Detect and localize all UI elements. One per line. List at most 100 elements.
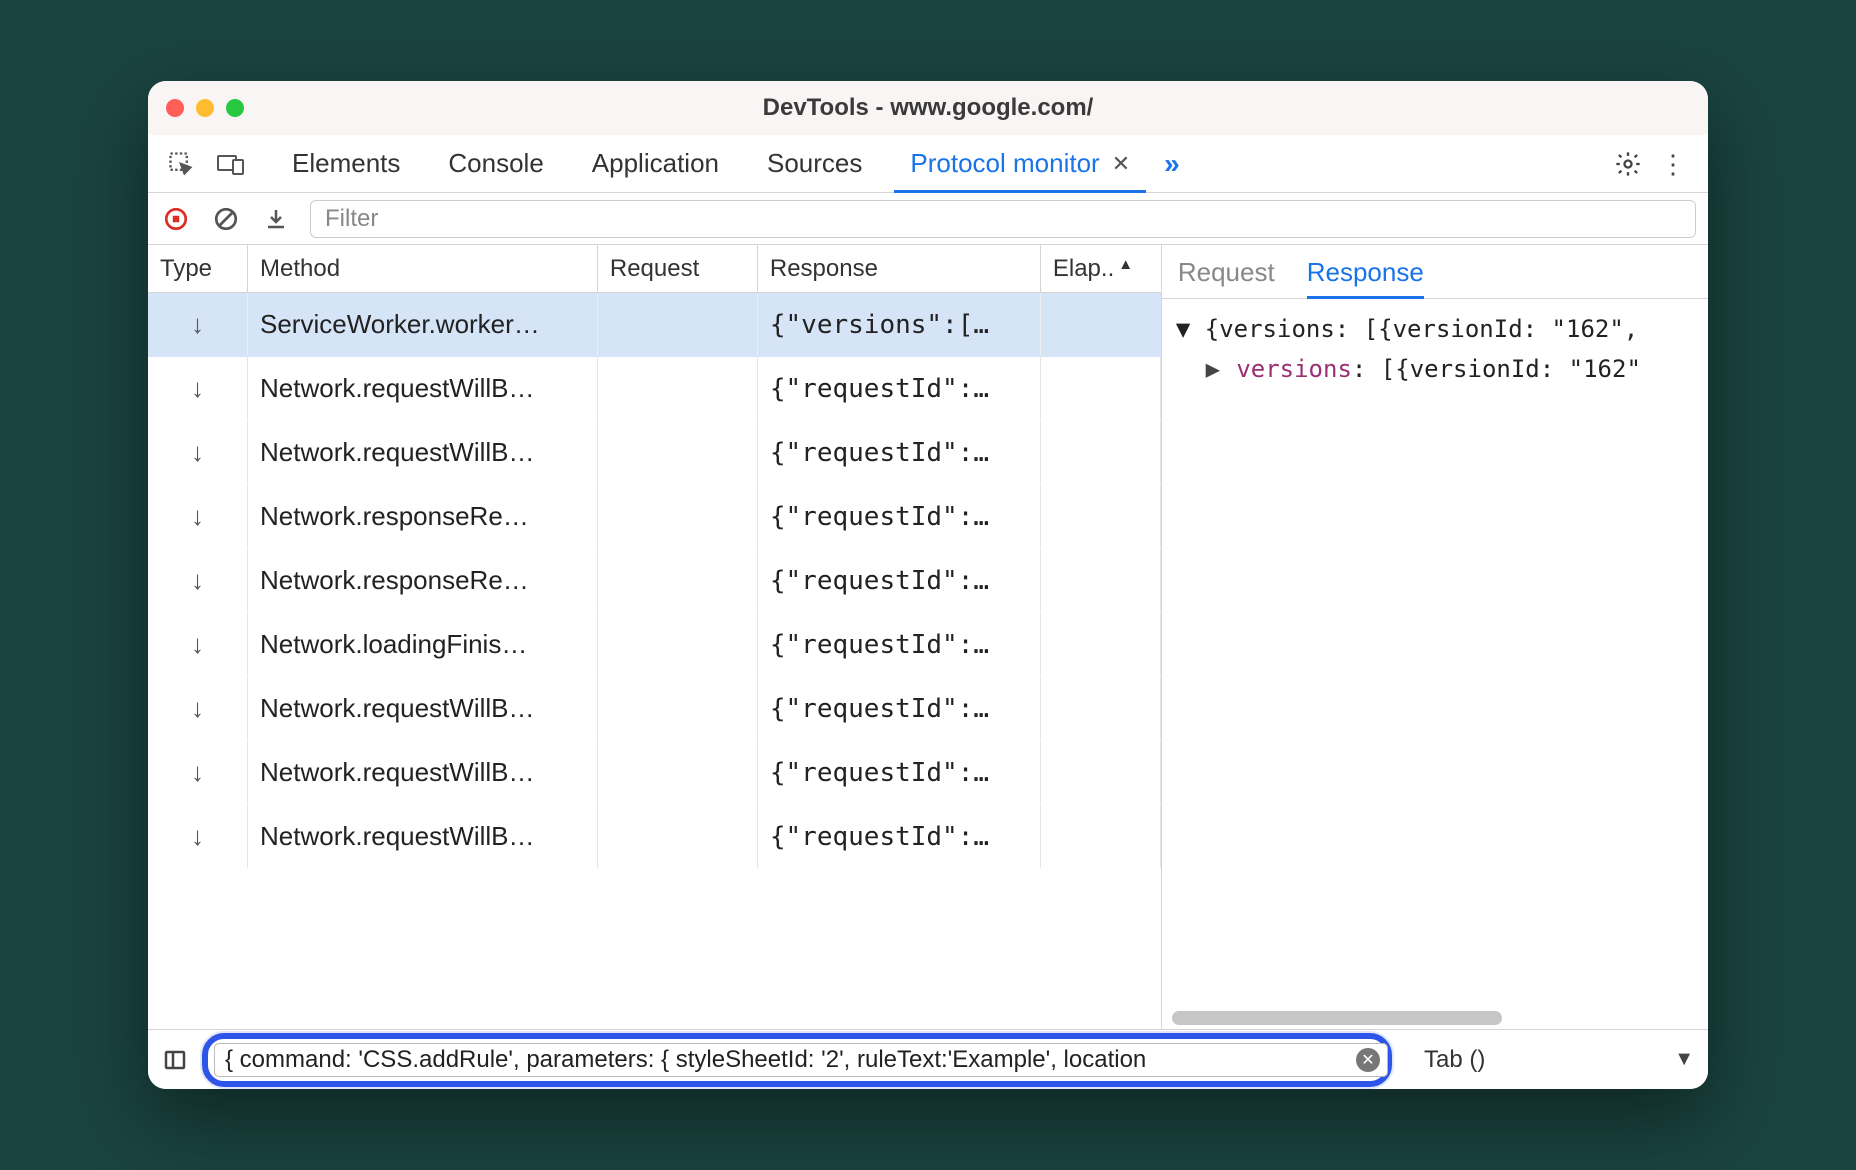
detail-tabs: Request Response bbox=[1162, 245, 1708, 299]
method-cell: Network.requestWillB… bbox=[248, 741, 598, 804]
response-cell: {"requestId":… bbox=[758, 357, 1041, 420]
download-button[interactable] bbox=[260, 203, 292, 235]
hscroll-thumb[interactable] bbox=[1172, 1011, 1502, 1025]
method-cell: ServiceWorker.worker… bbox=[248, 293, 598, 356]
tab-console[interactable]: Console bbox=[424, 135, 567, 192]
col-header-request[interactable]: Request bbox=[598, 245, 758, 292]
command-input-highlight: ✕ bbox=[202, 1033, 1392, 1087]
type-cell: ↓ bbox=[148, 741, 248, 804]
table-row[interactable]: ↓Network.responseRe… {"requestId":… bbox=[148, 549, 1161, 613]
type-cell: ↓ bbox=[148, 805, 248, 868]
response-cell: {"requestId":… bbox=[758, 613, 1041, 676]
tab-application[interactable]: Application bbox=[568, 135, 743, 192]
request-cell bbox=[598, 805, 758, 868]
table-row[interactable]: ↓Network.requestWillB… {"requestId":… bbox=[148, 677, 1161, 741]
response-cell: {"requestId":… bbox=[758, 549, 1041, 612]
elapsed-cell bbox=[1041, 805, 1161, 868]
more-tabs-icon[interactable]: » bbox=[1154, 135, 1190, 192]
elapsed-cell bbox=[1041, 677, 1161, 740]
tab-application-label: Application bbox=[592, 148, 719, 179]
type-cell: ↓ bbox=[148, 677, 248, 740]
table-row[interactable]: ↓Network.requestWillB…{"requestId":… bbox=[148, 805, 1161, 869]
table-row[interactable]: ↓Network.responseRe…{"requestId":… bbox=[148, 485, 1161, 549]
footer-dropdown-icon[interactable]: ▼ bbox=[1674, 1048, 1694, 1071]
minimize-window-button[interactable] bbox=[196, 99, 214, 117]
panel-tabs: Elements Console Application Sources Pro… bbox=[268, 135, 1190, 192]
tab-key-hint: Tab () bbox=[1424, 1046, 1485, 1074]
table-row[interactable]: ↓Network.requestWillB…{"requestId":… bbox=[148, 421, 1161, 485]
request-cell bbox=[598, 293, 758, 356]
detail-pane: Request Response ▼ {versions: [{versionI… bbox=[1162, 245, 1708, 1029]
col-header-elapsed[interactable]: Elap..▲ bbox=[1041, 245, 1161, 292]
method-cell: Network.requestWillB… bbox=[248, 357, 598, 420]
grid-header: Type Method Request Response Elap..▲ bbox=[148, 245, 1161, 293]
titlebar: DevTools - www.google.com/ bbox=[148, 81, 1708, 135]
tab-sources[interactable]: Sources bbox=[743, 135, 886, 192]
request-cell bbox=[598, 421, 758, 484]
clear-button[interactable] bbox=[210, 203, 242, 235]
method-cell: Network.requestWillB… bbox=[248, 805, 598, 868]
elapsed-cell bbox=[1041, 613, 1161, 676]
kebab-menu-icon[interactable]: ⋮ bbox=[1660, 159, 1686, 169]
request-cell bbox=[598, 485, 758, 548]
grid-body[interactable]: ↓ServiceWorker.worker…{"versions":[…↓Net… bbox=[148, 293, 1161, 1029]
type-cell: ↓ bbox=[148, 421, 248, 484]
request-cell bbox=[598, 549, 758, 612]
table-row[interactable]: ↓ServiceWorker.worker… {"versions":[… bbox=[148, 293, 1161, 357]
method-cell: Network.requestWillB… bbox=[248, 677, 598, 740]
col-header-type[interactable]: Type bbox=[148, 245, 248, 292]
elapsed-cell bbox=[1041, 549, 1161, 612]
type-cell: ↓ bbox=[148, 357, 248, 420]
method-cell: Network.loadingFinis… bbox=[248, 613, 598, 676]
footer-bar: ✕ Tab () ▼ bbox=[148, 1029, 1708, 1089]
toolbar bbox=[148, 193, 1708, 245]
inspect-element-icon[interactable] bbox=[158, 135, 204, 192]
method-cell: Network.responseRe… bbox=[248, 549, 598, 612]
detail-body: ▼ {versions: [{versionId: "162", ▶ versi… bbox=[1162, 299, 1708, 1029]
message-grid: Type Method Request Response Elap..▲ ↓Se… bbox=[148, 245, 1162, 1029]
raw-command-input[interactable] bbox=[214, 1043, 1388, 1077]
method-cell: Network.requestWillB… bbox=[248, 421, 598, 484]
close-tab-icon[interactable]: ✕ bbox=[1112, 151, 1130, 177]
elapsed-cell bbox=[1041, 741, 1161, 804]
sort-asc-icon: ▲ bbox=[1118, 256, 1133, 273]
tab-elements-label: Elements bbox=[292, 148, 400, 179]
request-cell bbox=[598, 741, 758, 804]
tab-elements[interactable]: Elements bbox=[268, 135, 424, 192]
close-window-button[interactable] bbox=[166, 99, 184, 117]
caret-right-icon[interactable]: ▶ bbox=[1204, 349, 1222, 389]
elapsed-cell bbox=[1041, 357, 1161, 420]
content-area: Type Method Request Response Elap..▲ ↓Se… bbox=[148, 245, 1708, 1029]
devtools-window: DevTools - www.google.com/ Elements Cons… bbox=[148, 81, 1708, 1089]
tree-line-root[interactable]: ▼ {versions: [{versionId: "162", bbox=[1176, 309, 1694, 349]
tab-sources-label: Sources bbox=[767, 148, 862, 179]
hscrollbar[interactable] bbox=[1172, 1011, 1698, 1025]
response-cell: {"requestId":… bbox=[758, 741, 1041, 804]
show-drawer-icon[interactable] bbox=[162, 1047, 188, 1073]
table-row[interactable]: ↓Network.loadingFinis… {"requestId":… bbox=[148, 613, 1161, 677]
tree-line-versions[interactable]: ▶ versions: [{versionId: "162" bbox=[1176, 349, 1694, 389]
response-cell: {"versions":[… bbox=[758, 293, 1041, 356]
request-cell bbox=[598, 677, 758, 740]
filter-input[interactable] bbox=[310, 200, 1696, 238]
detail-tab-response[interactable]: Response bbox=[1307, 257, 1424, 298]
table-row[interactable]: ↓Network.requestWillB… {"requestId":… bbox=[148, 357, 1161, 421]
tab-protocol-monitor[interactable]: Protocol monitor ✕ bbox=[886, 135, 1154, 192]
type-cell: ↓ bbox=[148, 613, 248, 676]
request-cell bbox=[598, 613, 758, 676]
type-cell: ↓ bbox=[148, 549, 248, 612]
clear-input-icon[interactable]: ✕ bbox=[1356, 1048, 1380, 1072]
record-button[interactable] bbox=[160, 203, 192, 235]
tab-protocol-monitor-label: Protocol monitor bbox=[910, 148, 1099, 179]
maximize-window-button[interactable] bbox=[226, 99, 244, 117]
col-header-method[interactable]: Method bbox=[248, 245, 598, 292]
type-cell: ↓ bbox=[148, 293, 248, 356]
response-cell: {"requestId":… bbox=[758, 677, 1041, 740]
elapsed-cell bbox=[1041, 293, 1161, 356]
col-header-response[interactable]: Response bbox=[758, 245, 1041, 292]
request-cell bbox=[598, 357, 758, 420]
detail-tab-request[interactable]: Request bbox=[1178, 257, 1275, 298]
settings-gear-icon[interactable] bbox=[1614, 150, 1642, 178]
table-row[interactable]: ↓Network.requestWillB… {"requestId":… bbox=[148, 741, 1161, 805]
device-toolbar-icon[interactable] bbox=[208, 135, 254, 192]
